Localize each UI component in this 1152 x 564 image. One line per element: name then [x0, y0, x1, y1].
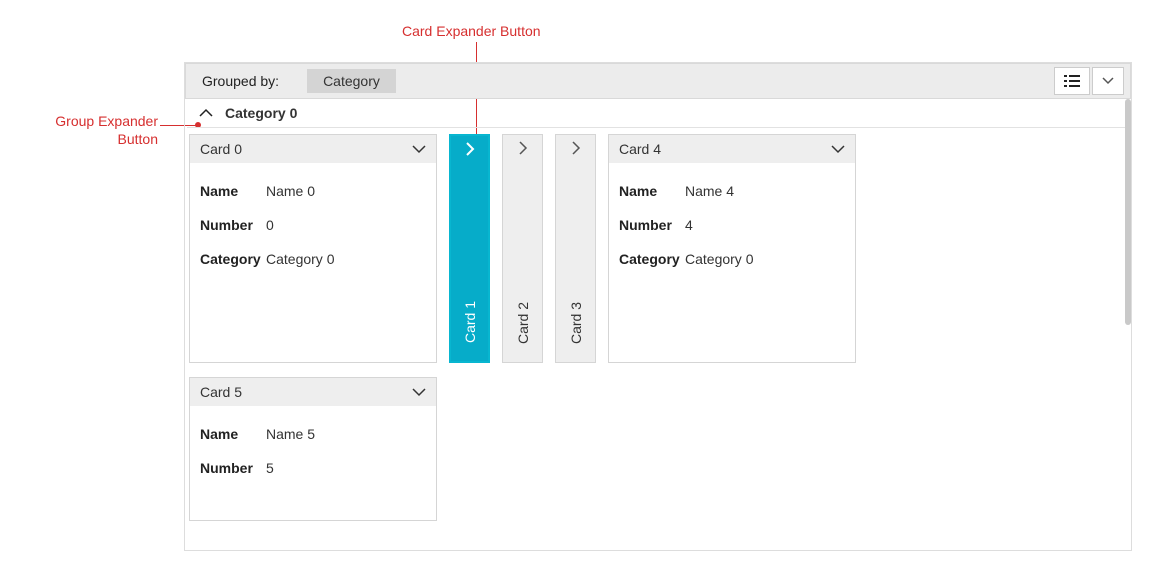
card-title: Card 4: [619, 141, 661, 157]
field-value: Name 5: [266, 426, 315, 442]
field-value: Name 0: [266, 183, 315, 199]
field-row: Number 4: [619, 217, 847, 233]
card-body: Name Name 0 Number 0 Category Category 0: [190, 163, 436, 295]
card-header: Card 4: [609, 135, 855, 163]
content-area: Category 0 Card 0: [185, 99, 1131, 548]
grouping-toolbar: Grouped by: Category: [185, 63, 1131, 99]
card-body: Name Name 4 Number 4 Category Category 0: [609, 163, 855, 295]
card-5: Card 5 Name Name 5 Numbe: [189, 377, 437, 521]
card-title: Card 0: [200, 141, 242, 157]
card-collapse-button[interactable]: [412, 141, 426, 157]
group-expander-button[interactable]: [199, 108, 213, 118]
annotation-group-expander: Group Expander Button: [20, 112, 158, 148]
group-field-chip[interactable]: Category: [307, 69, 396, 93]
card-expander-button[interactable]: [571, 141, 581, 158]
card-expander-button[interactable]: [518, 141, 528, 158]
field-value: Category 0: [266, 251, 334, 267]
card-1-collapsed[interactable]: Card 1: [449, 134, 490, 363]
card-4: Card 4 Name Name 4 Numbe: [608, 134, 856, 363]
field-row: Number 0: [200, 217, 428, 233]
field-label: Number: [200, 460, 266, 476]
card-header: Card 0: [190, 135, 436, 163]
card-title: Card 1: [462, 301, 478, 343]
card-title: Card 5: [200, 384, 242, 400]
field-value: 0: [266, 217, 274, 233]
field-row: Number 5: [200, 460, 428, 476]
view-mode-button[interactable]: [1054, 67, 1090, 95]
field-row: Name Name 0: [200, 183, 428, 199]
field-label: Category: [200, 251, 266, 267]
annotation-card-expander: Card Expander Button: [402, 22, 541, 40]
group-title: Category 0: [225, 105, 297, 121]
field-row: Name Name 5: [200, 426, 428, 442]
view-mode-dropdown-button[interactable]: [1092, 67, 1124, 95]
field-row: Name Name 4: [619, 183, 847, 199]
field-label: Category: [619, 251, 685, 267]
group-header: Category 0: [185, 99, 1131, 127]
field-value: Name 4: [685, 183, 734, 199]
card-0: Card 0 Name Name 0 Numbe: [189, 134, 437, 363]
chevron-down-icon: [412, 141, 426, 157]
cards-wrap: Card 0 Name Name 0 Numbe: [185, 134, 1131, 541]
card-body: Name Name 5 Number 5: [190, 406, 436, 504]
card-2-collapsed[interactable]: Card 2: [502, 134, 543, 363]
card-collapse-button[interactable]: [412, 384, 426, 400]
field-value: 4: [685, 217, 693, 233]
card-3-collapsed[interactable]: Card 3: [555, 134, 596, 363]
card-view-panel: Grouped by: Category: [184, 62, 1132, 551]
field-label: Number: [619, 217, 685, 233]
field-value: Category 0: [685, 251, 753, 267]
card-collapse-button[interactable]: [831, 141, 845, 157]
chevron-down-icon: [1102, 77, 1114, 85]
card-title: Card 3: [568, 302, 584, 344]
card-header: Card 5: [190, 378, 436, 406]
field-value: 5: [266, 460, 274, 476]
field-label: Name: [619, 183, 685, 199]
divider: [187, 127, 1129, 128]
field-row: Category Category 0: [200, 251, 428, 267]
chevron-down-icon: [412, 384, 426, 400]
field-label: Name: [200, 183, 266, 199]
grouped-by-label: Grouped by:: [202, 73, 279, 89]
card-row: Card 5 Name Name 5 Numbe: [189, 377, 1129, 521]
field-row: Category Category 0: [619, 251, 847, 267]
card-row: Card 0 Name Name 0 Numbe: [189, 134, 1129, 363]
card-expander-button[interactable]: [465, 142, 475, 159]
chevron-right-icon: [571, 142, 581, 158]
field-label: Number: [200, 217, 266, 233]
vertical-scrollbar-thumb[interactable]: [1125, 99, 1131, 325]
chevron-right-icon: [465, 143, 475, 159]
list-icon: [1064, 74, 1080, 88]
chevron-down-icon: [831, 141, 845, 157]
card-title: Card 2: [515, 302, 531, 344]
chevron-right-icon: [518, 142, 528, 158]
field-label: Name: [200, 426, 266, 442]
